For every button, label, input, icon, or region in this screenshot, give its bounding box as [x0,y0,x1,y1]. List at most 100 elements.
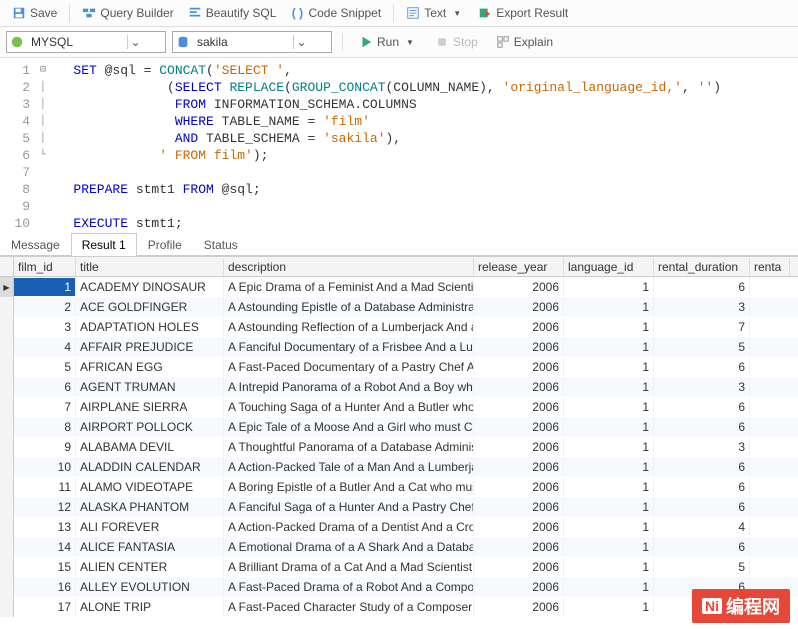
cell-language_id[interactable]: 1 [564,598,654,616]
cell-release_year[interactable]: 2006 [474,378,564,396]
row-handle[interactable] [0,537,14,557]
table-row[interactable]: 15ALIEN CENTERA Brilliant Drama of a Cat… [0,557,798,577]
cell-description[interactable]: A Epic Tale of a Moose And a Girl who mu… [224,418,474,436]
cell-rental_duration[interactable]: 3 [654,298,750,316]
row-handle[interactable] [0,597,14,617]
table-row[interactable]: 5AFRICAN EGGA Fast-Paced Documentary of … [0,357,798,377]
cell-film_id[interactable]: 6 [14,378,76,396]
cell-film_id[interactable]: 1 [14,278,76,296]
row-handle[interactable] [0,417,14,437]
cell-film_id[interactable]: 5 [14,358,76,376]
table-row[interactable]: ▶1ACADEMY DINOSAURA Epic Drama of a Femi… [0,277,798,297]
cell-film_id[interactable]: 7 [14,398,76,416]
query-builder-button[interactable]: Query Builder [76,4,179,22]
cell-rental_duration[interactable]: 5 [654,558,750,576]
cell-rental_duration[interactable]: 6 [654,358,750,376]
cell-release_year[interactable]: 2006 [474,418,564,436]
col-rental-duration[interactable]: rental_duration [654,258,750,276]
cell-description[interactable]: A Astounding Reflection of a Lumberjack … [224,318,474,336]
corner-handle[interactable] [0,257,14,276]
cell-title[interactable]: ALAMO VIDEOTAPE [76,478,224,496]
cell-language_id[interactable]: 1 [564,278,654,296]
cell-film_id[interactable]: 8 [14,418,76,436]
cell-title[interactable]: AIRPORT POLLOCK [76,418,224,436]
cell-description[interactable]: A Action-Packed Drama of a Dentist And a… [224,518,474,536]
cell-description[interactable]: A Intrepid Panorama of a Robot And a Boy… [224,378,474,396]
cell-rental_duration[interactable]: 6 [654,538,750,556]
cell-language_id[interactable]: 1 [564,538,654,556]
row-handle[interactable] [0,517,14,537]
row-handle[interactable] [0,317,14,337]
cell-release_year[interactable]: 2006 [474,558,564,576]
cell-rental_duration[interactable]: 7 [654,318,750,336]
cell-description[interactable]: A Brilliant Drama of a Cat And a Mad Sci… [224,558,474,576]
cell-language_id[interactable]: 1 [564,558,654,576]
cell-rental_duration[interactable]: 3 [654,438,750,456]
cell-language_id[interactable]: 1 [564,398,654,416]
explain-button[interactable]: Explain [490,33,559,51]
cell-rental_duration[interactable]: 3 [654,378,750,396]
cell-language_id[interactable]: 1 [564,438,654,456]
tab-profile[interactable]: Profile [137,233,193,256]
cell-language_id[interactable]: 1 [564,578,654,596]
schema-dropdown[interactable]: sakila ⌄ [172,31,332,53]
cell-release_year[interactable]: 2006 [474,478,564,496]
cell-description[interactable]: A Fast-Paced Drama of a Robot And a Comp… [224,578,474,596]
cell-film_id[interactable]: 11 [14,478,76,496]
cell-title[interactable]: ADAPTATION HOLES [76,318,224,336]
save-button[interactable]: Save [6,4,63,22]
cell-title[interactable]: ALLEY EVOLUTION [76,578,224,596]
col-title[interactable]: title [76,258,224,276]
table-row[interactable]: 11ALAMO VIDEOTAPEA Boring Epistle of a B… [0,477,798,497]
cell-film_id[interactable]: 15 [14,558,76,576]
cell-language_id[interactable]: 1 [564,458,654,476]
cell-rental_duration[interactable]: 6 [654,398,750,416]
cell-film_id[interactable]: 10 [14,458,76,476]
row-handle[interactable] [0,377,14,397]
row-handle[interactable] [0,297,14,317]
cell-title[interactable]: ALADDIN CALENDAR [76,458,224,476]
cell-film_id[interactable]: 4 [14,338,76,356]
row-handle[interactable] [0,397,14,417]
cell-release_year[interactable]: 2006 [474,458,564,476]
cell-language_id[interactable]: 1 [564,518,654,536]
cell-film_id[interactable]: 13 [14,518,76,536]
cell-release_year[interactable]: 2006 [474,598,564,616]
table-row[interactable]: 12ALASKA PHANTOMA Fanciful Saga of a Hun… [0,497,798,517]
cell-rental_duration[interactable]: 6 [654,478,750,496]
cell-language_id[interactable]: 1 [564,378,654,396]
cell-release_year[interactable]: 2006 [474,338,564,356]
export-button[interactable]: Export Result [472,4,574,22]
row-handle[interactable] [0,497,14,517]
cell-film_id[interactable]: 9 [14,438,76,456]
cell-film_id[interactable]: 16 [14,578,76,596]
cell-description[interactable]: A Fast-Paced Documentary of a Pastry Che… [224,358,474,376]
row-handle[interactable] [0,557,14,577]
table-row[interactable]: 17ALONE TRIPA Fast-Paced Character Study… [0,597,798,617]
table-row[interactable]: 10ALADDIN CALENDARA Action-Packed Tale o… [0,457,798,477]
cell-description[interactable]: A Epic Drama of a Feminist And a Mad Sci… [224,278,474,296]
cell-language_id[interactable]: 1 [564,318,654,336]
table-row[interactable]: 7AIRPLANE SIERRAA Touching Saga of a Hun… [0,397,798,417]
cell-description[interactable]: A Action-Packed Tale of a Man And a Lumb… [224,458,474,476]
tab-result1[interactable]: Result 1 [71,233,137,256]
cell-description[interactable]: A Fast-Paced Character Study of a Compos… [224,598,474,616]
col-film-id[interactable]: film_id [14,258,76,276]
cell-rental_duration[interactable]: 6 [654,418,750,436]
cell-title[interactable]: ALIEN CENTER [76,558,224,576]
table-row[interactable]: 3ADAPTATION HOLESA Astounding Reflection… [0,317,798,337]
table-row[interactable]: 2ACE GOLDFINGERA Astounding Epistle of a… [0,297,798,317]
table-row[interactable]: 8AIRPORT POLLOCKA Epic Tale of a Moose A… [0,417,798,437]
cell-description[interactable]: A Emotional Drama of a A Shark And a Dat… [224,538,474,556]
cell-language_id[interactable]: 1 [564,478,654,496]
cell-title[interactable]: AFRICAN EGG [76,358,224,376]
cell-release_year[interactable]: 2006 [474,358,564,376]
cell-title[interactable]: ACADEMY DINOSAUR [76,278,224,296]
cell-description[interactable]: A Thoughtful Panorama of a Database Admi… [224,438,474,456]
cell-description[interactable]: A Astounding Epistle of a Database Admin… [224,298,474,316]
row-handle[interactable] [0,357,14,377]
code-area[interactable]: SET @sql = CONCAT('SELECT ', (SELECT REP… [50,62,798,224]
cell-title[interactable]: ALICE FANTASIA [76,538,224,556]
cell-release_year[interactable]: 2006 [474,538,564,556]
cell-film_id[interactable]: 17 [14,598,76,616]
